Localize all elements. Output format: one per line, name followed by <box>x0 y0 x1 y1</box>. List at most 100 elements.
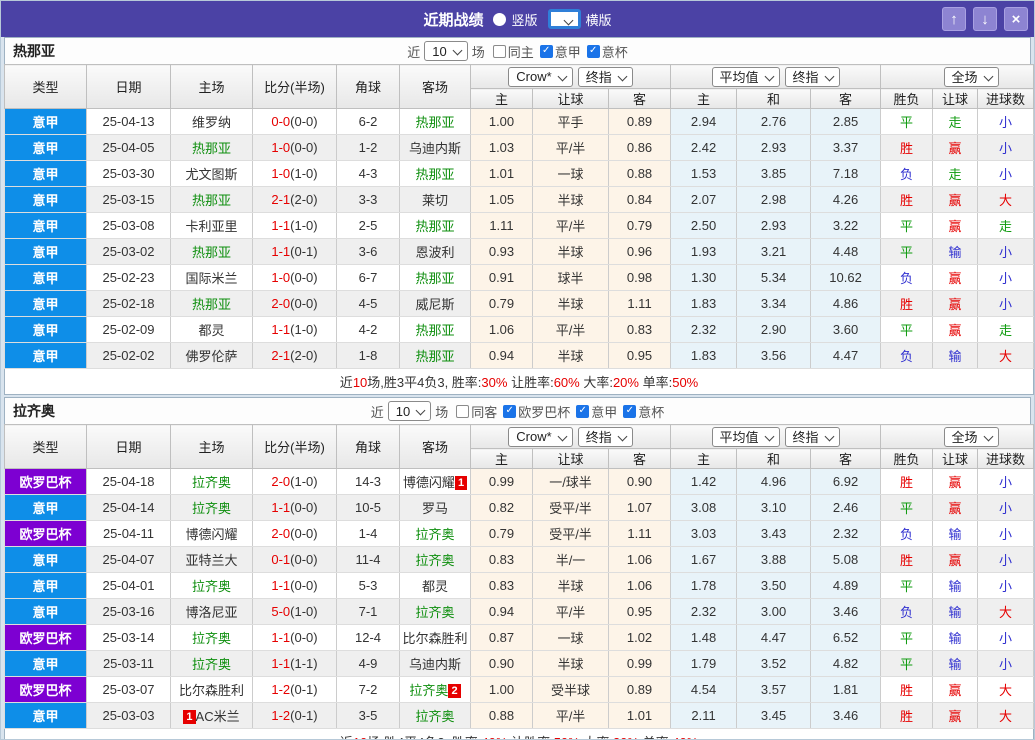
home-team[interactable]: 国际米兰 <box>185 271 237 286</box>
odds-source-select[interactable]: Crow* <box>508 426 573 447</box>
filter-same-venue-checkbox[interactable]: 同主 <box>492 42 534 61</box>
home-team[interactable]: 都灵 <box>198 323 224 338</box>
home-team[interactable]: 拉齐奥 <box>192 657 231 672</box>
score-cell: 2-0(0-0) <box>252 520 337 547</box>
home-team[interactable]: 热那亚 <box>192 193 231 208</box>
away-team[interactable]: 拉齐奥 <box>415 553 454 568</box>
checkbox-checked-icon[interactable]: ✓ <box>539 44 553 58</box>
average-select[interactable]: 平均值 <box>711 426 780 447</box>
move-up-button[interactable]: ↑ <box>942 7 966 31</box>
close-button[interactable]: × <box>1004 7 1028 31</box>
titlebar: 近期战绩 竖版 横版 ↑ ↓ × <box>1 1 1034 37</box>
table-row: 意甲 25-03-30 尤文图斯 1-0(1-0) 4-3 热那亚 1.01 一球 0.88 1.… <box>4 160 1034 187</box>
home-team[interactable]: 博德闪耀 <box>185 527 237 542</box>
avg-away-odds: 4.82 <box>810 650 882 677</box>
away-team[interactable]: 拉齐奥 <box>415 605 454 620</box>
home-team[interactable]: 拉齐奥 <box>192 579 231 594</box>
avg-home-odds: 1.79 <box>670 650 738 677</box>
result-handicap: 输 <box>932 520 979 547</box>
home-team[interactable]: AC米兰 <box>196 709 240 724</box>
away-team[interactable]: 乌迪内斯 <box>409 141 461 156</box>
away-team[interactable]: 热那亚 <box>415 115 454 130</box>
away-team[interactable]: 拉齐奥 <box>415 527 454 542</box>
full-match-select[interactable]: 全场 <box>943 66 999 87</box>
move-down-button[interactable]: ↓ <box>973 7 997 31</box>
recent-count-select[interactable]: 10 <box>424 41 468 61</box>
match-type: 意甲 <box>4 650 87 677</box>
away-team[interactable]: 博德闪耀 <box>403 475 455 490</box>
checkbox-unchecked-icon[interactable] <box>456 404 470 418</box>
full-match-select[interactable]: 全场 <box>943 426 999 447</box>
home-team[interactable]: 拉齐奥 <box>192 475 231 490</box>
home-team[interactable]: 比尔森胜利 <box>179 683 244 698</box>
away-team[interactable]: 乌迪内斯 <box>409 657 461 672</box>
result-handicap: 赢 <box>932 290 979 317</box>
home-team[interactable]: 博洛尼亚 <box>185 605 237 620</box>
recent-count-select[interactable]: 10 <box>387 401 432 421</box>
filter-same-venue-checkbox[interactable]: 同客 <box>456 402 497 421</box>
half-time-score: (1-0) <box>290 604 318 619</box>
final-odds-select[interactable]: 终指 <box>577 426 633 447</box>
away-odds: 0.99 <box>607 650 672 677</box>
final-odds-select-2[interactable]: 终指 <box>784 66 840 87</box>
avg-away-odds: 3.46 <box>810 598 882 625</box>
home-team[interactable]: 热那亚 <box>192 245 231 260</box>
average-select[interactable]: 平均值 <box>711 66 780 87</box>
away-team[interactable]: 都灵 <box>422 579 448 594</box>
radio-horizontal-layout[interactable]: 横版 <box>547 9 612 29</box>
away-team[interactable]: 热那亚 <box>415 323 454 338</box>
checkbox-checked-icon[interactable]: ✓ <box>503 404 517 418</box>
avg-draw-odds: 4.47 <box>736 624 812 651</box>
home-team[interactable]: 拉齐奥 <box>192 631 231 646</box>
corner-score: 7-2 <box>336 676 400 703</box>
summary-segment: 40% <box>672 735 698 739</box>
half-time-score: (1-0) <box>290 474 318 489</box>
team-section-genoa: 热那亚 近 10 场同主 ✓ 意甲 ✓ 意杯 类型 日期 主场 比分(半场) 角球 客场 <box>4 37 1034 395</box>
away-team[interactable]: 拉齐奥 <box>409 683 448 698</box>
final-odds-select[interactable]: 终指 <box>577 66 633 87</box>
home-team[interactable]: 热那亚 <box>192 297 231 312</box>
home-team[interactable]: 尤文图斯 <box>185 167 237 182</box>
away-team-cell: 罗马 <box>399 494 471 521</box>
score-cell: 1-2(0-1) <box>252 676 337 703</box>
home-team-cell: 拉齐奥 <box>170 572 253 599</box>
final-odds-select-2[interactable]: 终指 <box>784 426 840 447</box>
handicap: 平/半 <box>532 316 609 343</box>
away-team[interactable]: 比尔森胜利 <box>402 631 467 646</box>
red-card-badge: 1 <box>183 710 196 724</box>
away-team[interactable]: 热那亚 <box>415 349 454 364</box>
home-team[interactable]: 拉齐奥 <box>192 501 231 516</box>
full-time-score: 1-1 <box>271 578 291 593</box>
away-team[interactable]: 热那亚 <box>415 167 454 182</box>
filter-league-checkbox-0[interactable]: ✓ 意甲 <box>539 42 581 61</box>
radio-unselected-icon[interactable] <box>493 12 507 26</box>
odds-source-select[interactable]: Crow* <box>508 66 573 87</box>
away-team[interactable]: 恩波利 <box>415 245 454 260</box>
col-header-outcome: 胜负 <box>880 448 934 469</box>
checkbox-checked-icon[interactable]: ✓ <box>586 44 600 58</box>
filter-league-checkbox-1[interactable]: ✓ 意杯 <box>586 42 628 61</box>
home-team[interactable]: 热那亚 <box>192 141 231 156</box>
home-team[interactable]: 维罗纳 <box>192 115 231 130</box>
summary-segment: 大率: <box>580 735 613 739</box>
checkbox-unchecked-icon[interactable] <box>492 44 506 58</box>
home-team[interactable]: 卡利亚里 <box>185 219 237 234</box>
avg-away-odds: 4.86 <box>810 290 882 317</box>
filter-league-checkbox-1[interactable]: ✓ 意甲 <box>576 402 617 421</box>
filter-league-checkbox-2[interactable]: ✓ 意杯 <box>623 402 664 421</box>
team-name: 热那亚 <box>13 43 55 59</box>
away-team[interactable]: 拉齐奥 <box>415 709 454 724</box>
checkbox-checked-icon[interactable]: ✓ <box>623 404 637 418</box>
radio-selected-icon[interactable] <box>547 9 581 29</box>
home-team[interactable]: 佛罗伦萨 <box>185 349 237 364</box>
away-team[interactable]: 热那亚 <box>415 219 454 234</box>
checkbox-checked-icon[interactable]: ✓ <box>576 404 590 418</box>
home-team[interactable]: 亚特兰大 <box>185 553 237 568</box>
away-team[interactable]: 威尼斯 <box>415 297 454 312</box>
away-team[interactable]: 罗马 <box>422 501 448 516</box>
match-type: 意甲 <box>4 212 87 239</box>
filter-league-checkbox-0[interactable]: ✓ 欧罗巴杯 <box>503 402 570 421</box>
away-team[interactable]: 热那亚 <box>415 271 454 286</box>
away-team[interactable]: 莱切 <box>422 193 448 208</box>
radio-vertical-layout[interactable]: 竖版 <box>493 10 538 29</box>
